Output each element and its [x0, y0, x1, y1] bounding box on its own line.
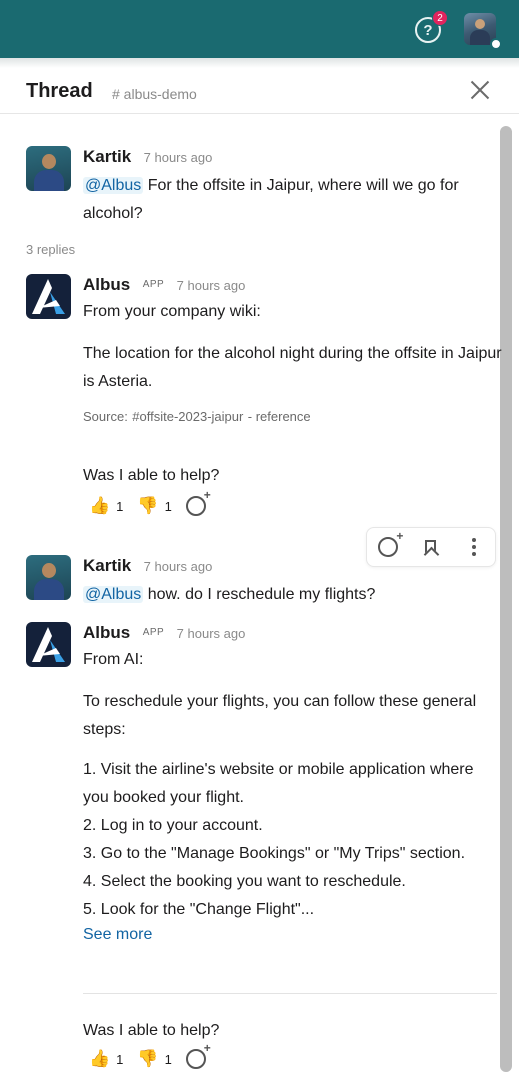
- source-line: Source: #offsite-2023-jaipur - reference: [83, 409, 311, 424]
- reference-link[interactable]: - reference: [248, 409, 311, 424]
- reactions-bar: 👍 1 👎 1: [89, 488, 503, 516]
- thumbs-up-icon: 👍: [89, 496, 111, 515]
- notification-badge: 2: [432, 10, 448, 26]
- bookmark-icon: [425, 539, 437, 555]
- reaction-thumbs-up[interactable]: 👍 1: [89, 496, 123, 516]
- list-item: 5. Look for the "Change Flight"...: [83, 901, 315, 918]
- more-actions-button[interactable]: [462, 538, 486, 556]
- divider: [83, 993, 497, 994]
- user-mention[interactable]: @Albus: [83, 177, 144, 194]
- message-author[interactable]: Kartik: [83, 147, 131, 166]
- feedback-question: Was I able to help?: [83, 1022, 220, 1039]
- app-badge: APP: [142, 279, 165, 290]
- message-author[interactable]: Albus: [83, 275, 130, 294]
- thumbs-up-icon: 👍: [89, 1049, 111, 1068]
- message-text: @Albus For the offsite in Jaipur, where …: [83, 177, 459, 222]
- message-author[interactable]: Kartik: [83, 556, 131, 575]
- add-reaction-button[interactable]: [376, 529, 403, 557]
- avatar[interactable]: [26, 555, 71, 600]
- feedback-question: Was I able to help?: [83, 467, 220, 484]
- message-timestamp[interactable]: 7 hours ago: [177, 278, 246, 293]
- reactions-bar: 👍 1 👎 1: [89, 1041, 503, 1069]
- list-item: 4. Select the booking you want to resche…: [83, 873, 406, 890]
- message-text: From AI:: [83, 651, 144, 668]
- reaction-thumbs-down[interactable]: 👎 1: [137, 496, 171, 516]
- presence-indicator: [490, 38, 502, 50]
- reaction-thumbs-up[interactable]: 👍 1: [89, 1049, 123, 1069]
- list-item: 1. Visit the airline's website or mobile…: [83, 761, 474, 806]
- albus-logo-icon: [32, 627, 65, 662]
- list-item: 2. Log in to your account.: [83, 817, 263, 834]
- more-vertical-icon: [462, 538, 486, 556]
- message-text: To reschedule your flights, you can foll…: [83, 693, 477, 738]
- app-badge: APP: [142, 627, 165, 638]
- replies-count: 3 replies: [26, 242, 76, 257]
- list-item: 3. Go to the "Manage Bookings" or "My Tr…: [83, 845, 466, 862]
- avatar[interactable]: [26, 274, 71, 319]
- message-text: From your company wiki:: [83, 303, 261, 320]
- user-mention[interactable]: @Albus: [83, 586, 144, 603]
- thumbs-down-icon: 👎: [137, 1049, 159, 1068]
- add-reaction-icon: [378, 529, 403, 557]
- add-reaction-icon[interactable]: [185, 1041, 211, 1069]
- albus-logo-icon: [32, 279, 65, 314]
- avatar[interactable]: [26, 622, 71, 667]
- thread-channel-link[interactable]: # albus-demo: [112, 86, 197, 102]
- bookmark-button[interactable]: [419, 539, 443, 555]
- message-text: @Albus how. do I reschedule my flights?: [83, 586, 376, 603]
- message-author[interactable]: Albus: [83, 623, 130, 642]
- message-text: The location for the alcohol night durin…: [83, 345, 502, 390]
- add-reaction-icon[interactable]: [185, 488, 211, 516]
- close-icon[interactable]: [466, 76, 494, 104]
- thread-header: Thread # albus-demo: [0, 70, 519, 114]
- avatar[interactable]: [26, 146, 71, 191]
- message-timestamp[interactable]: 7 hours ago: [144, 150, 213, 165]
- message-timestamp[interactable]: 7 hours ago: [177, 626, 246, 641]
- channel-link[interactable]: #offsite-2023-jaipur: [132, 409, 243, 424]
- reaction-thumbs-down[interactable]: 👎 1: [137, 1049, 171, 1069]
- steps-list: 1. Visit the airline's website or mobile…: [83, 756, 503, 924]
- thread-title: Thread: [26, 80, 93, 102]
- panel-shadow: [0, 58, 519, 68]
- message-timestamp[interactable]: 7 hours ago: [144, 559, 213, 574]
- see-more-link[interactable]: See more: [83, 926, 503, 944]
- top-bar: ? 2: [0, 0, 519, 58]
- thumbs-down-icon: 👎: [137, 496, 159, 515]
